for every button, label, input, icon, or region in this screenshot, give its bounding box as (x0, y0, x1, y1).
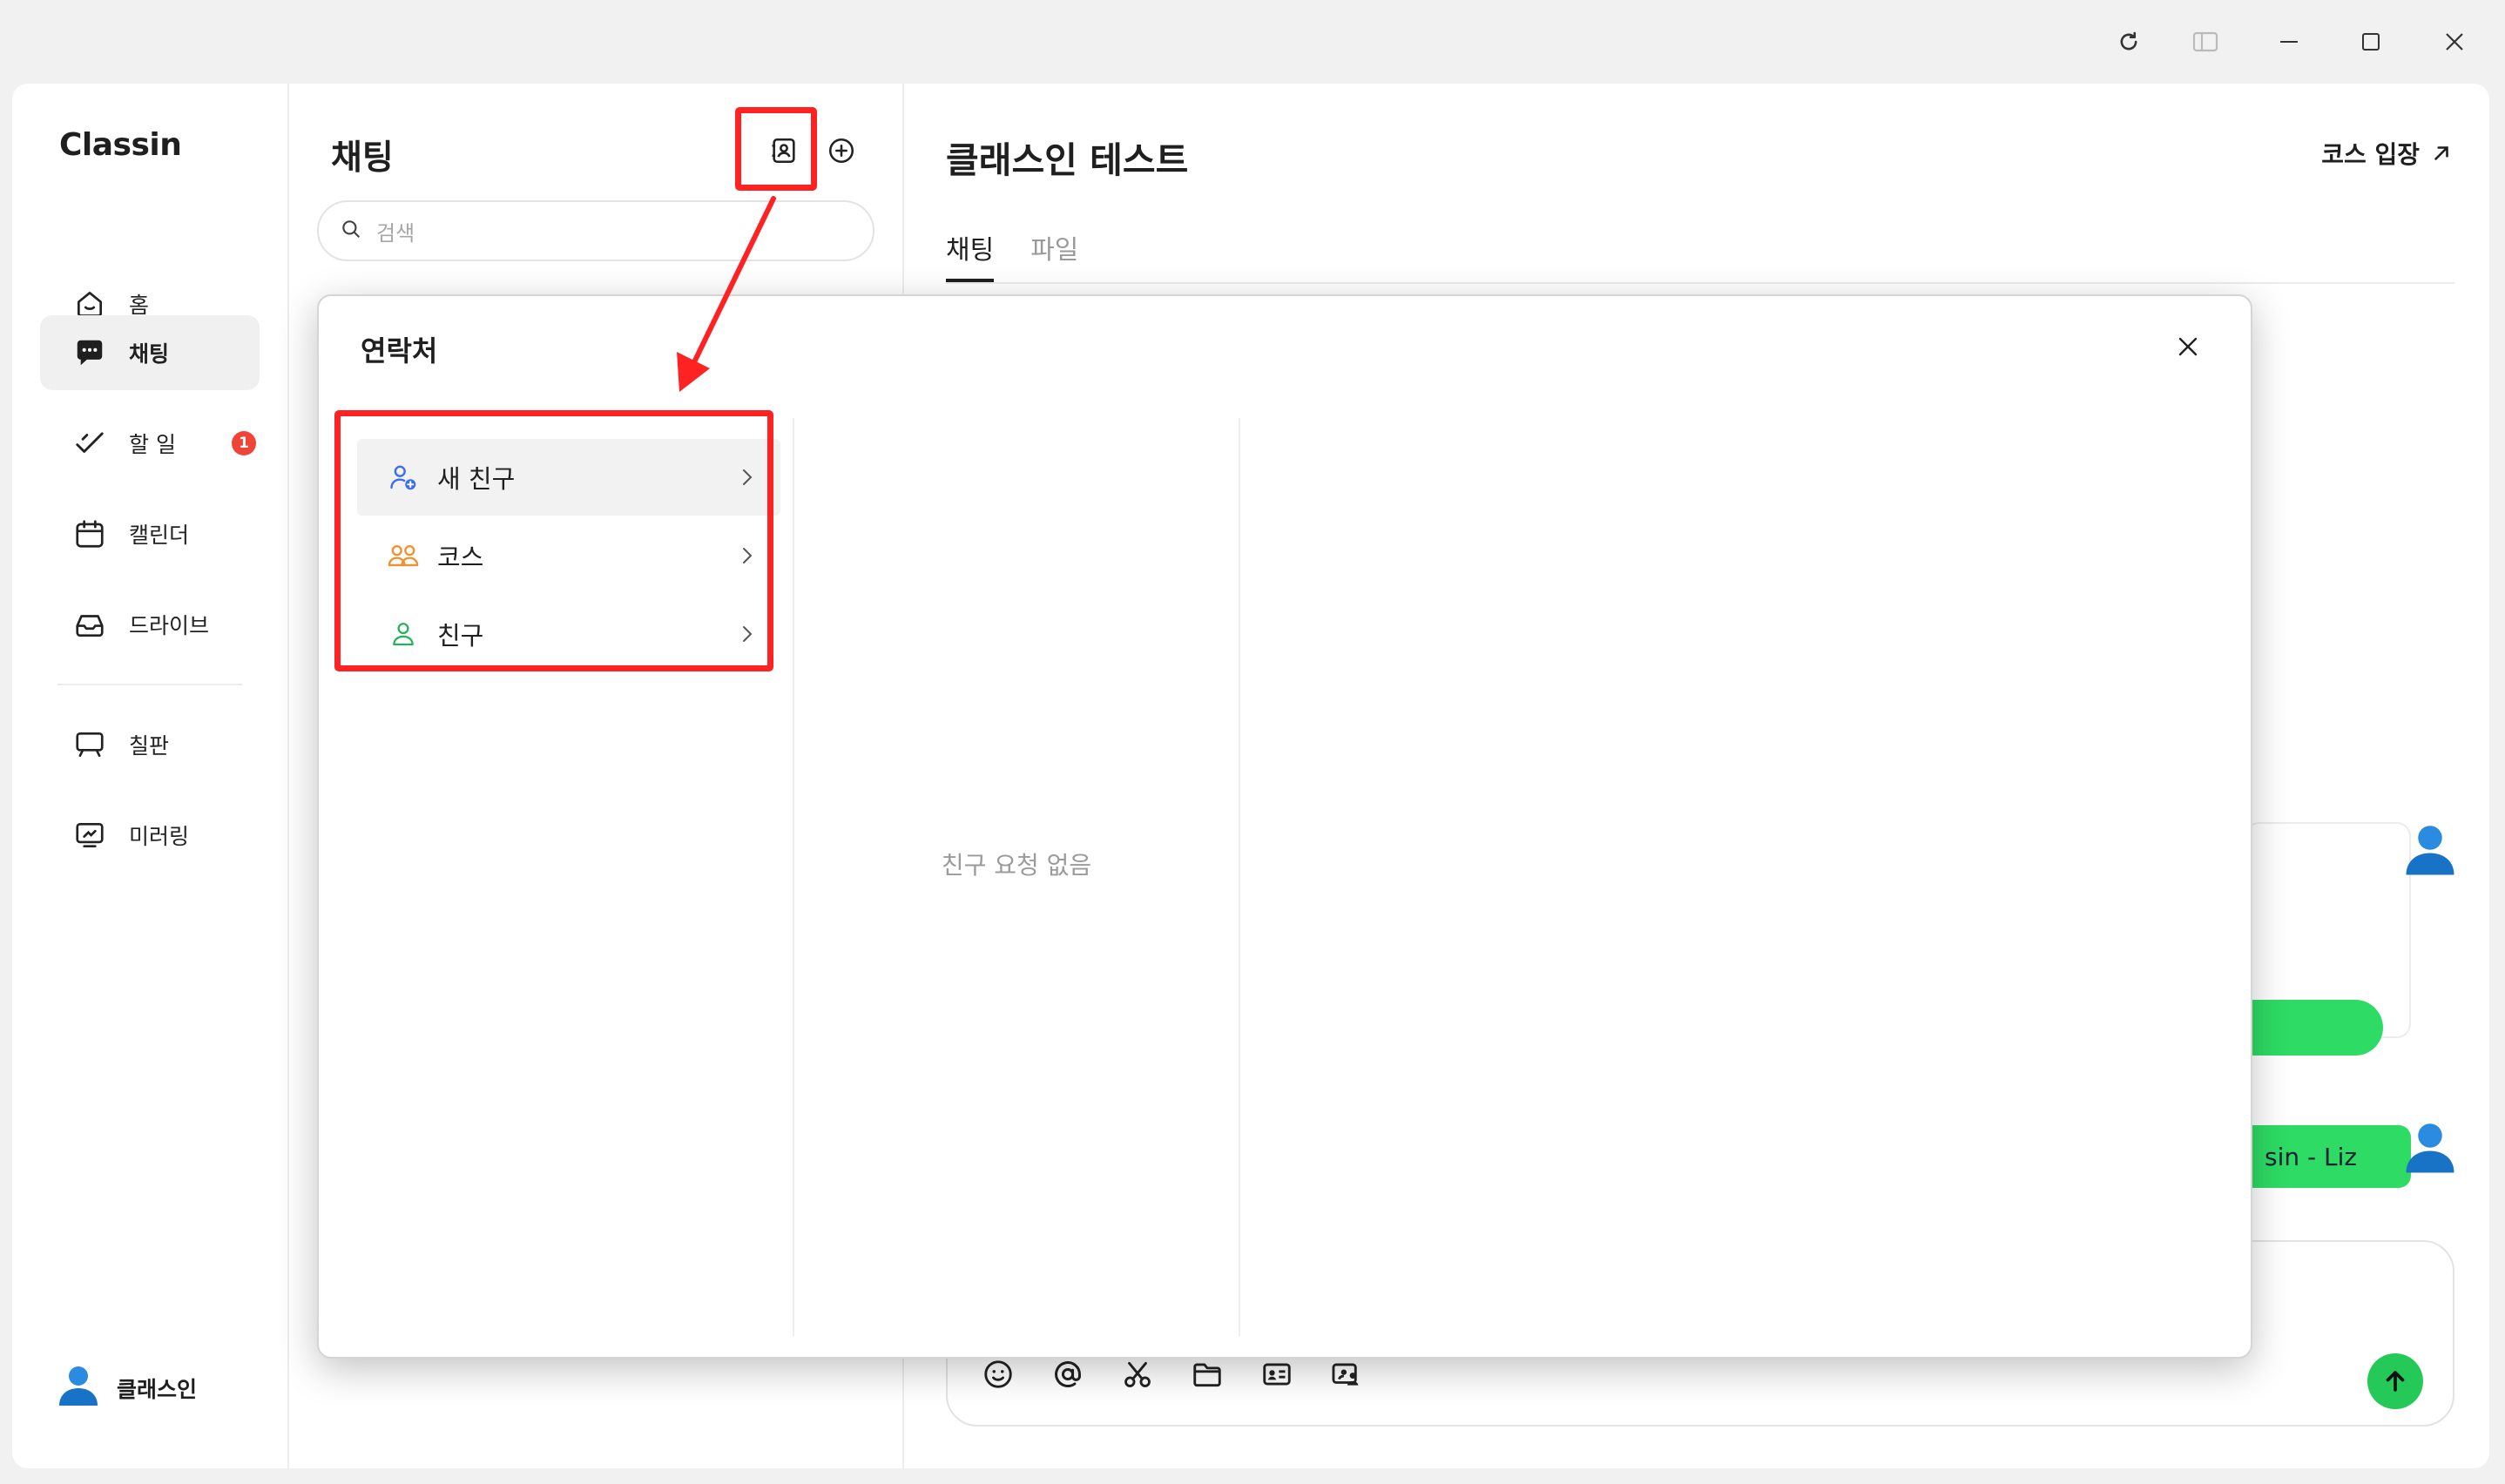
message-card-button[interactable] (2245, 1000, 2383, 1056)
sidebar-item-todo[interactable]: 할 일 1 (40, 406, 260, 481)
mention-icon[interactable] (1049, 1355, 1087, 1393)
sidebar-divider (57, 684, 242, 685)
sidebar-item-label: 캘린더 (129, 523, 190, 548)
user-profile[interactable]: 클래스인 (57, 1364, 197, 1413)
drive-icon (71, 606, 108, 643)
arrow-up-right-icon (2430, 142, 2453, 165)
calendar-icon (71, 516, 108, 552)
sidebar-item-label: 할 일 (129, 432, 176, 457)
refresh-icon[interactable] (2111, 24, 2146, 59)
avatar (2404, 822, 2456, 875)
todo-count-badge: 1 (232, 431, 256, 455)
sidebar-item-mirroring[interactable]: 미러링 (40, 798, 260, 873)
maximize-icon[interactable] (2353, 24, 2388, 59)
highlight-box-contact-categories (334, 410, 773, 671)
emoji-icon[interactable] (979, 1355, 1017, 1393)
send-button[interactable] (2367, 1353, 2423, 1409)
search-placeholder: 검색 (376, 220, 415, 246)
sidebar-item-label: 채팅 (129, 341, 170, 367)
close-icon[interactable] (2171, 329, 2205, 364)
tab-files[interactable]: 파일 (1030, 228, 1078, 282)
sidebar-item-blackboard[interactable]: 칠판 (40, 707, 260, 782)
sidebar-item-calendar[interactable]: 캘린더 (40, 496, 260, 571)
blackboard-icon (71, 726, 108, 763)
enter-course-label: 코스 입장 (2321, 140, 2420, 169)
avatar (2404, 1120, 2456, 1173)
sidebar-toggle-icon[interactable] (2188, 24, 2223, 59)
friend-requests-panel: 친구 요청 없음 (794, 418, 1240, 1336)
chat-list-title: 채팅 (331, 138, 394, 178)
mirroring-icon (71, 817, 108, 853)
folder-icon[interactable] (1188, 1355, 1226, 1393)
tab-chat[interactable]: 채팅 (946, 228, 995, 282)
message-bubble[interactable]: sin - Liz (2245, 1125, 2411, 1188)
minimize-icon[interactable] (2272, 24, 2306, 59)
sidebar-item-label: 드라이브 (129, 613, 210, 638)
sidebar-item-label: 칠판 (129, 733, 170, 759)
chat-tabs: 채팅 파일 (946, 228, 1115, 282)
close-icon[interactable] (2437, 24, 2472, 59)
avatar (57, 1364, 99, 1413)
chat-title: 클래스인 테스트 (946, 139, 1189, 181)
modal-title: 연락처 (361, 334, 438, 368)
sidebar: Classin 홈 채팅 할 일 1 캘린더 드라이브 칠판 미러링 클래스인 (12, 84, 289, 1468)
profile-name: 클래스인 (117, 1377, 198, 1402)
contact-card-icon[interactable] (1258, 1355, 1296, 1393)
arrow-up-icon (2380, 1366, 2410, 1396)
sidebar-item-chat[interactable]: 채팅 (40, 315, 260, 390)
message-text: sin - Liz (2265, 1142, 2358, 1171)
chat-icon (71, 334, 108, 371)
empty-state-text: 친구 요청 없음 (941, 851, 1092, 880)
tab-divider (946, 282, 2454, 284)
group-card-icon[interactable] (1327, 1355, 1366, 1393)
search-input[interactable]: 검색 (317, 200, 874, 261)
window-titlebar (0, 0, 2505, 84)
add-circle-icon[interactable] (822, 132, 861, 170)
composer-toolbar (979, 1355, 1397, 1393)
app-logo: Classin (59, 127, 182, 163)
sidebar-item-drive[interactable]: 드라이브 (40, 587, 260, 662)
highlight-box-contacts-button (735, 107, 817, 191)
search-icon (340, 218, 362, 244)
screenshot-scissors-icon[interactable] (1118, 1355, 1157, 1393)
todo-icon (71, 425, 108, 462)
sidebar-item-label: 미러링 (129, 824, 190, 849)
enter-course-button[interactable]: 코스 입장 (2321, 136, 2453, 171)
